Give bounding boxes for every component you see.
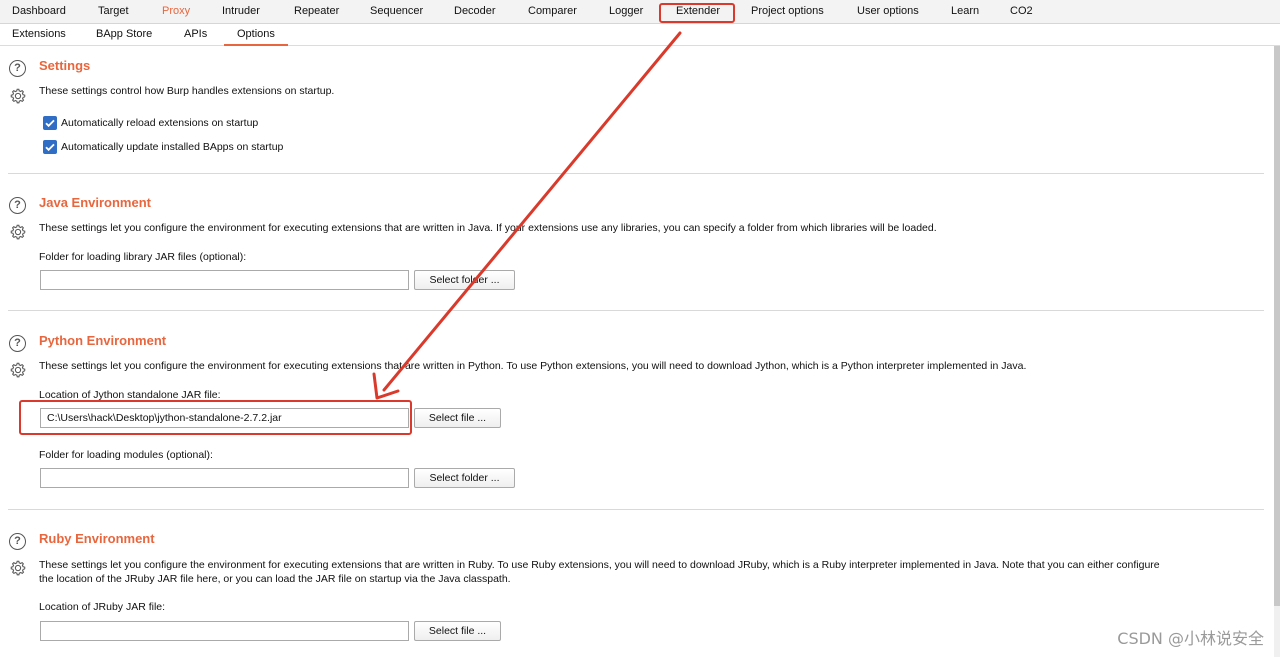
- help-icon[interactable]: ?: [9, 533, 26, 550]
- java-environment-title: Java Environment: [39, 195, 151, 210]
- jruby-select-file-button[interactable]: Select file ...: [414, 621, 501, 641]
- arrow-line: [382, 31, 682, 392]
- tab-user-options[interactable]: User options: [857, 0, 919, 22]
- reload-extensions-checkbox[interactable]: [43, 116, 57, 130]
- gear-icon[interactable]: [9, 361, 27, 379]
- python-select-folder-button[interactable]: Select folder ...: [414, 468, 515, 488]
- tab-sequencer[interactable]: Sequencer: [370, 0, 423, 22]
- tab-dashboard[interactable]: Dashboard: [12, 0, 66, 22]
- gear-icon[interactable]: [9, 559, 27, 577]
- java-select-folder-button[interactable]: Select folder ...: [414, 270, 515, 290]
- python-modules-input[interactable]: [40, 468, 409, 488]
- ruby-environment-description: These settings let you configure the env…: [39, 559, 1160, 585]
- checkmark-icon: [45, 143, 55, 152]
- main-tab-bar: Dashboard Target Proxy Intruder Repeater…: [0, 0, 1280, 24]
- python-environment-title: Python Environment: [39, 333, 167, 348]
- jython-path-highlight-box: [19, 400, 412, 435]
- scrollbar-thumb[interactable]: [1274, 46, 1280, 606]
- tab-logger[interactable]: Logger: [609, 0, 643, 22]
- settings-description: These settings control how Burp handles …: [39, 85, 335, 97]
- help-icon[interactable]: ?: [9, 197, 26, 214]
- tab-co2[interactable]: CO2: [1010, 0, 1033, 22]
- help-icon[interactable]: ?: [9, 335, 26, 352]
- java-environment-description: These settings let you configure the env…: [39, 222, 937, 234]
- python-environment-description: These settings let you configure the env…: [39, 360, 1027, 372]
- tab-proxy[interactable]: Proxy: [162, 0, 190, 22]
- section-divider: [8, 173, 1264, 174]
- tab-project-options[interactable]: Project options: [751, 0, 824, 22]
- subtab-bapp-store[interactable]: BApp Store: [96, 24, 152, 46]
- java-folder-input[interactable]: [40, 270, 409, 290]
- reload-extensions-label: Automatically reload extensions on start…: [61, 117, 259, 129]
- update-bapps-label: Automatically update installed BApps on …: [61, 141, 284, 153]
- gear-icon[interactable]: [9, 87, 27, 105]
- tab-learn[interactable]: Learn: [951, 0, 979, 22]
- tab-target[interactable]: Target: [98, 0, 129, 22]
- help-icon[interactable]: ?: [9, 60, 26, 77]
- gear-icon[interactable]: [9, 223, 27, 241]
- section-divider: [8, 310, 1264, 311]
- sub-tab-bar: Extensions BApp Store APIs Options: [0, 24, 1280, 46]
- jruby-jar-label: Location of JRuby JAR file:: [39, 601, 166, 613]
- tab-intruder[interactable]: Intruder: [222, 0, 260, 22]
- watermark-text: CSDN @小林说安全: [1117, 629, 1264, 648]
- python-modules-label: Folder for loading modules (optional):: [39, 449, 213, 461]
- checkmark-icon: [45, 119, 55, 128]
- subtab-apis[interactable]: APIs: [184, 24, 207, 46]
- subtab-extensions[interactable]: Extensions: [12, 24, 66, 46]
- arrow-head: [372, 372, 400, 400]
- java-folder-label: Folder for loading library JAR files (op…: [39, 251, 247, 263]
- extender-highlight-box: [659, 3, 735, 23]
- tab-decoder[interactable]: Decoder: [454, 0, 496, 22]
- tab-comparer[interactable]: Comparer: [528, 0, 577, 22]
- subtab-options[interactable]: Options: [224, 24, 288, 46]
- ruby-environment-title: Ruby Environment: [39, 531, 155, 546]
- section-divider: [8, 509, 1264, 510]
- jython-select-file-button[interactable]: Select file ...: [414, 408, 501, 428]
- settings-title: Settings: [39, 58, 91, 73]
- update-bapps-checkbox[interactable]: [43, 140, 57, 154]
- tab-repeater[interactable]: Repeater: [294, 0, 339, 22]
- jruby-jar-input[interactable]: [40, 621, 409, 641]
